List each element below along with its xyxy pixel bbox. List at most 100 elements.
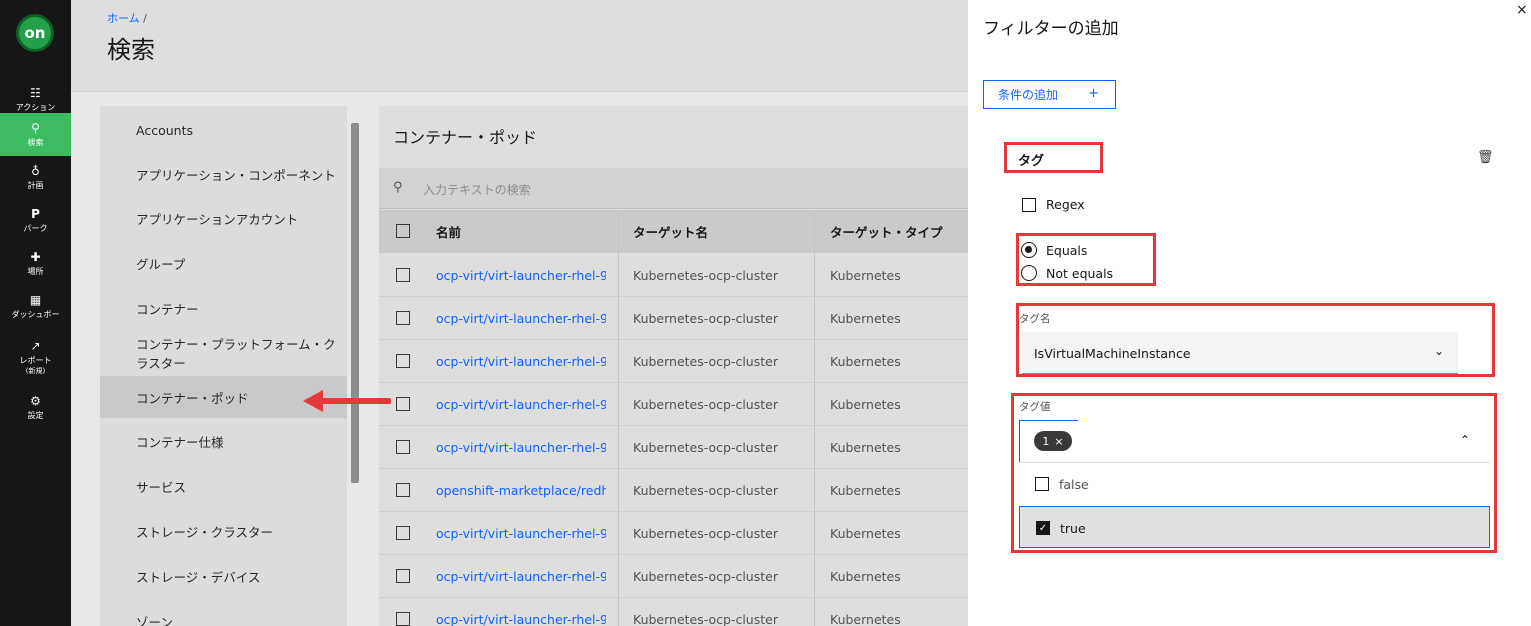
plus-icon: + (1088, 86, 1099, 101)
row-name-link[interactable]: ocp-virt/virt-launcher-rhel-9- (436, 598, 606, 626)
nav-item-plan[interactable]: ♁ 計画 (0, 156, 71, 199)
column-header-target[interactable]: ターゲット名 (633, 210, 708, 253)
type-list-scrollbar[interactable] (351, 123, 359, 483)
not-equals-label: Not equals (1046, 266, 1114, 281)
dashboard-icon: ▦ (29, 293, 42, 307)
add-condition-button[interactable]: 条件の追加 + (983, 80, 1116, 109)
table-row[interactable]: ocp-virt/virt-launcher-rhel-9- Kubernete… (379, 598, 968, 626)
table-row[interactable]: ocp-virt/virt-launcher-rhel-9- Kubernete… (379, 426, 968, 469)
nav-item-settings[interactable]: ⚙ 設定 (0, 386, 71, 429)
row-name-link[interactable]: ocp-virt/virt-launcher-rhel-9- (436, 340, 606, 383)
regex-checkbox[interactable] (1022, 198, 1036, 212)
type-item-zones[interactable]: ゾーン (100, 600, 347, 626)
table-row[interactable]: ocp-virt/virt-launcher-rhel-9- Kubernete… (379, 254, 968, 297)
page-header: ホーム / 検索 (71, 0, 968, 92)
trash-icon[interactable]: 🗑 (1477, 150, 1494, 165)
app-logo[interactable]: on (16, 14, 54, 52)
row-target: Kubernetes-ocp-cluster (633, 397, 778, 412)
type-item-storage-clusters[interactable]: ストレージ・クラスター (100, 510, 347, 552)
table-row[interactable]: ocp-virt/virt-launcher-rhel-9- Kubernete… (379, 512, 968, 555)
close-icon[interactable]: × (1516, 2, 1528, 18)
nav-item-dashboard[interactable]: ▦ ダッシュボー (0, 285, 71, 328)
equals-radio[interactable] (1021, 242, 1037, 258)
search-bar[interactable]: ⚲ 入力テキストの検索 (379, 168, 968, 209)
tag-name-value: IsVirtualMachineInstance (1034, 346, 1191, 361)
table-row[interactable]: openshift-marketplace/redha Kubernetes-o… (379, 469, 968, 512)
option-false[interactable]: false (1019, 463, 1490, 505)
type-item-app-components[interactable]: アプリケーション・コンポーネント (100, 153, 347, 195)
row-target: Kubernetes-ocp-cluster (633, 612, 778, 626)
row-target: Kubernetes-ocp-cluster (633, 311, 778, 326)
main-area: ホーム / 検索 Accounts アプリケーション・コンポーネント アプリケー… (71, 0, 968, 626)
option-label: false (1059, 477, 1089, 492)
row-checkbox[interactable] (396, 483, 410, 497)
type-item-container-platform-clusters[interactable]: コンテナー・プラットフォーム・クラスター (100, 332, 347, 374)
option-true[interactable]: ✓ true (1019, 506, 1490, 548)
type-item-containers[interactable]: コンテナー (100, 287, 347, 329)
row-name-link[interactable]: ocp-virt/virt-launcher-rhel-9- (436, 555, 606, 598)
row-target: Kubernetes-ocp-cluster (633, 268, 778, 283)
breadcrumb-separator: / (143, 12, 147, 25)
page-title: 検索 (107, 36, 155, 64)
selected-count-chip[interactable]: 1 × (1034, 431, 1072, 451)
type-item-accounts[interactable]: Accounts (100, 109, 347, 151)
type-item-services[interactable]: サービス (100, 465, 347, 507)
type-item-storage-devices[interactable]: ストレージ・デバイス (100, 555, 347, 597)
nav-item-report[interactable]: ↗ レポート (新規) (0, 332, 71, 382)
column-header-type[interactable]: ターゲット・タイプ (830, 210, 943, 253)
table-row[interactable]: ocp-virt/virt-launcher-rhel-9- Kubernete… (379, 383, 968, 426)
report-icon: ↗ (30, 338, 41, 353)
row-name-link[interactable]: openshift-marketplace/redha (436, 469, 606, 512)
nav-item-sublabel: (新規) (25, 366, 46, 375)
row-type: Kubernetes (830, 526, 901, 541)
row-target: Kubernetes-ocp-cluster (633, 483, 778, 498)
table-row[interactable]: ocp-virt/virt-launcher-rhel-9- Kubernete… (379, 340, 968, 383)
row-name-link[interactable]: ocp-virt/virt-launcher-rhel-9- (436, 254, 606, 297)
park-icon: P (31, 207, 40, 221)
bulb-icon: ♁ (31, 164, 40, 178)
settings-icon: ⚙ (30, 394, 41, 408)
row-name-link[interactable]: ocp-virt/virt-launcher-rhel-9- (436, 297, 606, 340)
results-panel: コンテナー・ポッド ⚲ 入力テキストの検索 名前 ターゲット名 ターゲット・タイ… (379, 106, 968, 626)
row-checkbox[interactable] (396, 612, 410, 626)
table-row[interactable]: ocp-virt/virt-launcher-rhel-9- Kubernete… (379, 297, 968, 340)
option-checkbox-checked[interactable]: ✓ (1036, 521, 1050, 535)
table-header: 名前 ターゲット名 ターゲット・タイプ (379, 210, 968, 253)
table-row[interactable]: ocp-virt/virt-launcher-rhel-9- Kubernete… (379, 555, 968, 598)
results-title: コンテナー・ポッド (393, 128, 538, 147)
row-checkbox[interactable] (396, 440, 410, 454)
select-all-checkbox[interactable] (396, 224, 410, 238)
row-checkbox[interactable] (396, 268, 410, 282)
type-item-container-specs[interactable]: コンテナー仕様 (100, 420, 347, 462)
filter-panel-title: フィルターの追加 (983, 19, 1119, 39)
search-icon: ⚲ (31, 121, 40, 135)
row-name-link[interactable]: ocp-virt/virt-launcher-rhel-9- (436, 512, 606, 555)
tag-name-select[interactable]: IsVirtualMachineInstance ⌄ (1022, 332, 1458, 374)
row-checkbox[interactable] (396, 569, 410, 583)
row-checkbox[interactable] (396, 526, 410, 540)
row-target: Kubernetes-ocp-cluster (633, 526, 778, 541)
filter-panel: フィルターの追加 × 条件の追加 + タグ 🗑 Regex Equals Not… (968, 0, 1531, 626)
tag-value-multiselect[interactable]: 1 × ⌃ (1019, 420, 1492, 462)
row-name-link[interactable]: ocp-virt/virt-launcher-rhel-9- (436, 383, 606, 426)
entity-type-list: Accounts アプリケーション・コンポーネント アプリケーションアカウント … (100, 106, 347, 626)
type-item-app-accounts[interactable]: アプリケーションアカウント (100, 197, 347, 239)
row-checkbox[interactable] (396, 311, 410, 325)
column-header-name[interactable]: 名前 (436, 210, 461, 253)
left-navigation: on ☷ アクション ⚲ 検索 ♁ 計画 P パーク ✚ 場所 ▦ ダッシュボー… (0, 0, 71, 626)
clear-selection-icon[interactable]: × (1054, 435, 1063, 448)
breadcrumb-home[interactable]: ホーム (107, 12, 140, 25)
nav-item-park[interactable]: P パーク (0, 199, 71, 242)
nav-item-search[interactable]: ⚲ 検索 (0, 113, 71, 156)
type-item-groups[interactable]: グループ (100, 242, 347, 284)
row-target: Kubernetes-ocp-cluster (633, 440, 778, 455)
nav-item-place[interactable]: ✚ 場所 (0, 242, 71, 285)
row-checkbox[interactable] (396, 397, 410, 411)
row-name-link[interactable]: ocp-virt/virt-launcher-rhel-9- (436, 426, 606, 469)
row-checkbox[interactable] (396, 354, 410, 368)
not-equals-radio[interactable] (1021, 265, 1037, 281)
chevron-down-icon: ⌄ (1433, 344, 1444, 358)
option-checkbox[interactable] (1035, 477, 1049, 491)
nav-item-label: 検索 (27, 138, 44, 147)
search-input[interactable]: 入力テキストの検索 (423, 181, 531, 198)
